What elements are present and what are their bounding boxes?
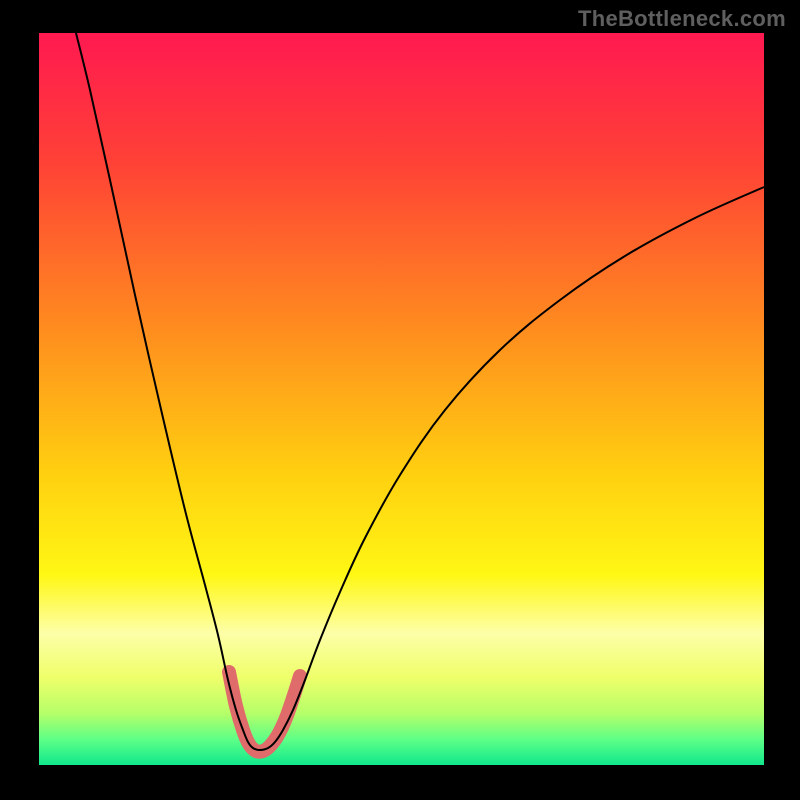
plot-background [39,33,764,765]
bottleneck-chart [0,0,800,800]
chart-stage: TheBottleneck.com [0,0,800,800]
watermark-text: TheBottleneck.com [578,6,786,32]
